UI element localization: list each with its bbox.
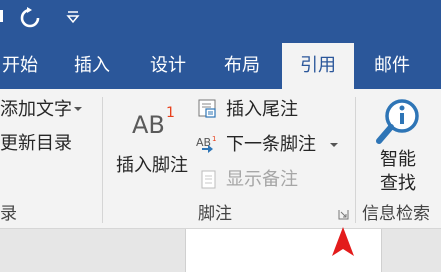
svg-text:1: 1 xyxy=(212,135,216,143)
toc-group-label: 录 xyxy=(0,204,17,224)
tab-home[interactable]: 开始 xyxy=(0,43,40,89)
show-notes-button[interactable]: 显示备注 xyxy=(226,169,298,191)
group-separator xyxy=(102,97,103,223)
smart-lookup-button[interactable]: 智能 查找 xyxy=(364,95,434,195)
tab-mailings[interactable]: 邮件 xyxy=(362,43,422,89)
add-text-label: 添加文字 xyxy=(0,99,72,120)
ribbon-tabs: 开始 插入 设计 布局 引用 邮件 xyxy=(0,43,441,89)
update-toc-button[interactable]: 更新目录 xyxy=(0,133,72,155)
group-separator xyxy=(355,97,356,223)
next-footnote-button[interactable]: 下一条脚注 xyxy=(226,134,316,156)
tab-insert[interactable]: 插入 xyxy=(62,43,122,89)
redo-icon[interactable] xyxy=(18,6,42,30)
insert-footnote-button[interactable]: AB 1 插入脚注 xyxy=(112,95,192,181)
tab-references[interactable]: 引用 xyxy=(282,43,354,89)
mouse-cursor-icon xyxy=(332,227,354,256)
insert-endnote-button[interactable]: 插入尾注 xyxy=(226,99,298,121)
smart-lookup-label-line1: 智能 xyxy=(380,149,416,170)
footnotes-group-label: 脚注 xyxy=(198,204,232,224)
dialog-launcher-icon[interactable] xyxy=(338,209,349,220)
show-notes-icon xyxy=(201,170,216,189)
insert-footnote-label: 插入脚注 xyxy=(116,155,188,176)
next-footnote-icon: AB 1 xyxy=(196,135,216,153)
tab-design[interactable]: 设计 xyxy=(138,43,198,89)
smart-lookup-icon xyxy=(376,99,419,144)
add-text-button[interactable]: 添加文字 xyxy=(0,99,72,121)
smart-lookup-label-line2: 查找 xyxy=(380,173,416,194)
ribbon-panel: 添加文字 更新目录 录 AB 1 插入脚注 插入尾注 AB 1 下一条脚注 显示… xyxy=(0,89,441,229)
ab-superscript: 1 xyxy=(166,105,175,121)
quick-access-toolbar xyxy=(0,0,441,43)
add-text-dropdown-icon[interactable] xyxy=(74,107,82,111)
tab-layout[interactable]: 布局 xyxy=(212,43,272,89)
customize-toolbar-icon[interactable] xyxy=(66,10,80,24)
next-footnote-dropdown-icon[interactable] xyxy=(330,143,338,147)
ab-icon-text: AB xyxy=(132,111,165,139)
footnote-icon: AB 1 xyxy=(132,105,175,139)
insert-endnote-icon xyxy=(198,99,216,118)
research-group-label: 信息检索 xyxy=(362,204,430,224)
undo-button[interactable] xyxy=(0,10,3,22)
